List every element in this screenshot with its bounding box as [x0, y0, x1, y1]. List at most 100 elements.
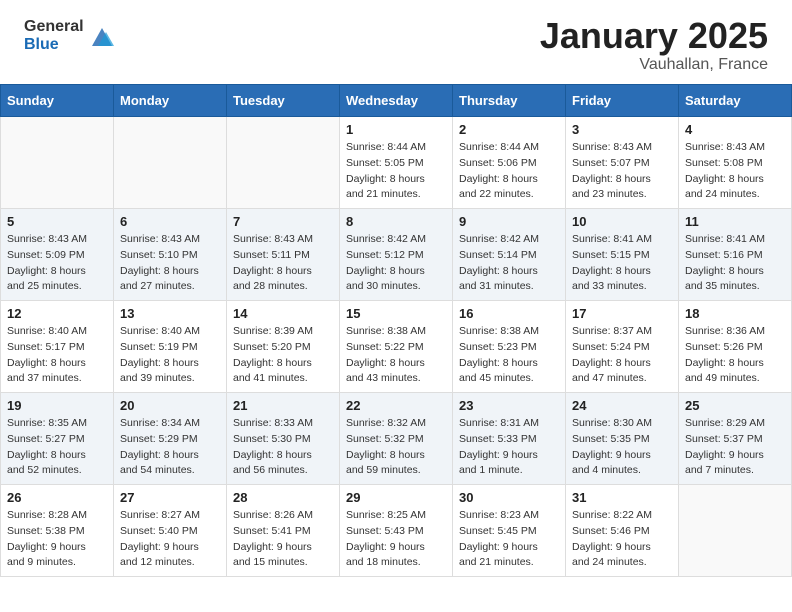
day-number: 27: [120, 490, 220, 505]
calendar-header-row: SundayMondayTuesdayWednesdayThursdayFrid…: [1, 85, 792, 117]
calendar-week-row: 19 Sunrise: 8:35 AMSunset: 5:27 PMDayligh…: [1, 393, 792, 485]
day-info: Sunrise: 8:43 AMSunset: 5:08 PMDaylight:…: [685, 140, 785, 203]
day-info: Sunrise: 8:22 AMSunset: 5:46 PMDaylight:…: [572, 508, 672, 571]
day-info: Sunrise: 8:42 AMSunset: 5:12 PMDaylight:…: [346, 232, 446, 295]
day-info: Sunrise: 8:26 AMSunset: 5:41 PMDaylight:…: [233, 508, 333, 571]
day-number: 4: [685, 122, 785, 137]
weekday-header: Thursday: [453, 85, 566, 117]
day-number: 29: [346, 490, 446, 505]
calendar-cell: 30Sunrise: 8:23 AMSunset: 5:45 PMDayligh…: [453, 485, 566, 577]
day-number: 13: [120, 306, 220, 321]
day-number: 31: [572, 490, 672, 505]
calendar-cell: [679, 485, 792, 577]
day-number: 22: [346, 398, 446, 413]
calendar-cell: 4 Sunrise: 8:43 AMSunset: 5:08 PMDaylight…: [679, 117, 792, 209]
calendar-cell: 15Sunrise: 8:38 AMSunset: 5:22 PMDayligh…: [340, 301, 453, 393]
day-number: 21: [233, 398, 333, 413]
day-number: 24: [572, 398, 672, 413]
calendar-cell: 22 Sunrise: 8:32 AMSunset: 5:32 PMDayligh…: [340, 393, 453, 485]
day-info: Sunrise: 8:28 AMSunset: 5:38 PMDaylight:…: [7, 508, 107, 571]
day-number: 8: [346, 214, 446, 229]
logo-general-text: General: [24, 18, 84, 36]
day-info: Sunrise: 8:29 AMSunset: 5:37 PMDaylight:…: [685, 416, 785, 479]
calendar-cell: 11Sunrise: 8:41 AMSunset: 5:16 PMDayligh…: [679, 209, 792, 301]
weekday-header: Friday: [566, 85, 679, 117]
day-info: Sunrise: 8:25 AMSunset: 5:43 PMDaylight:…: [346, 508, 446, 571]
logo-blue-text: Blue: [24, 36, 84, 54]
day-info: Sunrise: 8:35 AMSunset: 5:27 PMDaylight:…: [7, 416, 107, 479]
day-info: Sunrise: 8:40 AMSunset: 5:19 PMDaylight:…: [120, 324, 220, 387]
calendar-cell: 18 Sunrise: 8:36 AMSunset: 5:26 PMDayligh…: [679, 301, 792, 393]
day-info: Sunrise: 8:43 AMSunset: 5:09 PMDaylight:…: [7, 232, 107, 295]
day-info: Sunrise: 8:31 AMSunset: 5:33 PMDaylight:…: [459, 416, 559, 479]
calendar-week-row: 5 Sunrise: 8:43 AMSunset: 5:09 PMDaylight…: [1, 209, 792, 301]
day-number: 30: [459, 490, 559, 505]
day-info: Sunrise: 8:30 AMSunset: 5:35 PMDaylight:…: [572, 416, 672, 479]
day-info: Sunrise: 8:44 AMSunset: 5:06 PMDaylight:…: [459, 140, 559, 203]
day-number: 19: [7, 398, 107, 413]
calendar-cell: 5 Sunrise: 8:43 AMSunset: 5:09 PMDaylight…: [1, 209, 114, 301]
calendar-cell: 10Sunrise: 8:41 AMSunset: 5:15 PMDayligh…: [566, 209, 679, 301]
day-number: 3: [572, 122, 672, 137]
day-number: 7: [233, 214, 333, 229]
day-info: Sunrise: 8:38 AMSunset: 5:23 PMDaylight:…: [459, 324, 559, 387]
day-number: 15: [346, 306, 446, 321]
day-number: 20: [120, 398, 220, 413]
month-title: January 2025 Vauhallan, France: [540, 18, 768, 74]
day-info: Sunrise: 8:41 AMSunset: 5:16 PMDaylight:…: [685, 232, 785, 295]
day-info: Sunrise: 8:27 AMSunset: 5:40 PMDaylight:…: [120, 508, 220, 571]
calendar-cell: 26 Sunrise: 8:28 AMSunset: 5:38 PMDayligh…: [1, 485, 114, 577]
calendar-cell: 14 Sunrise: 8:39 AMSunset: 5:20 PMDayligh…: [227, 301, 340, 393]
day-number: 2: [459, 122, 559, 137]
calendar-cell: 31 Sunrise: 8:22 AMSunset: 5:46 PMDayligh…: [566, 485, 679, 577]
day-number: 12: [7, 306, 107, 321]
calendar-cell: 16Sunrise: 8:38 AMSunset: 5:23 PMDayligh…: [453, 301, 566, 393]
calendar-cell: 24 Sunrise: 8:30 AMSunset: 5:35 PMDayligh…: [566, 393, 679, 485]
day-info: Sunrise: 8:44 AMSunset: 5:05 PMDaylight:…: [346, 140, 446, 203]
calendar-cell: 7 Sunrise: 8:43 AMSunset: 5:11 PMDaylight…: [227, 209, 340, 301]
day-info: Sunrise: 8:37 AMSunset: 5:24 PMDaylight:…: [572, 324, 672, 387]
day-number: 23: [459, 398, 559, 413]
calendar-week-row: 1 Sunrise: 8:44 AMSunset: 5:05 PMDaylight…: [1, 117, 792, 209]
day-number: 1: [346, 122, 446, 137]
day-number: 10: [572, 214, 672, 229]
calendar-cell: 17 Sunrise: 8:37 AMSunset: 5:24 PMDayligh…: [566, 301, 679, 393]
calendar-cell: 23 Sunrise: 8:31 AMSunset: 5:33 PMDayligh…: [453, 393, 566, 485]
calendar-cell: 25 Sunrise: 8:29 AMSunset: 5:37 PMDayligh…: [679, 393, 792, 485]
day-number: 6: [120, 214, 220, 229]
day-info: Sunrise: 8:32 AMSunset: 5:32 PMDaylight:…: [346, 416, 446, 479]
calendar-cell: 8 Sunrise: 8:42 AMSunset: 5:12 PMDaylight…: [340, 209, 453, 301]
calendar-cell: 29 Sunrise: 8:25 AMSunset: 5:43 PMDayligh…: [340, 485, 453, 577]
day-number: 26: [7, 490, 107, 505]
weekday-header: Sunday: [1, 85, 114, 117]
day-info: Sunrise: 8:39 AMSunset: 5:20 PMDaylight:…: [233, 324, 333, 387]
day-info: Sunrise: 8:43 AMSunset: 5:11 PMDaylight:…: [233, 232, 333, 295]
weekday-header: Saturday: [679, 85, 792, 117]
calendar-cell: 13 Sunrise: 8:40 AMSunset: 5:19 PMDayligh…: [114, 301, 227, 393]
page-header: General Blue January 2025 Vauhallan, Fra…: [0, 0, 792, 84]
calendar-cell: 2 Sunrise: 8:44 AMSunset: 5:06 PMDaylight…: [453, 117, 566, 209]
calendar-cell: 9Sunrise: 8:42 AMSunset: 5:14 PMDaylight…: [453, 209, 566, 301]
calendar-cell: 20Sunrise: 8:34 AMSunset: 5:29 PMDayligh…: [114, 393, 227, 485]
calendar-week-row: 12 Sunrise: 8:40 AMSunset: 5:17 PMDayligh…: [1, 301, 792, 393]
weekday-header: Wednesday: [340, 85, 453, 117]
day-info: Sunrise: 8:36 AMSunset: 5:26 PMDaylight:…: [685, 324, 785, 387]
calendar-cell: 28 Sunrise: 8:26 AMSunset: 5:41 PMDayligh…: [227, 485, 340, 577]
day-info: Sunrise: 8:43 AMSunset: 5:07 PMDaylight:…: [572, 140, 672, 203]
day-number: 5: [7, 214, 107, 229]
day-number: 18: [685, 306, 785, 321]
calendar-cell: 3 Sunrise: 8:43 AMSunset: 5:07 PMDaylight…: [566, 117, 679, 209]
calendar-cell: 21 Sunrise: 8:33 AMSunset: 5:30 PMDayligh…: [227, 393, 340, 485]
calendar-cell: [114, 117, 227, 209]
calendar-week-row: 26 Sunrise: 8:28 AMSunset: 5:38 PMDayligh…: [1, 485, 792, 577]
day-info: Sunrise: 8:40 AMSunset: 5:17 PMDaylight:…: [7, 324, 107, 387]
month-year: January 2025: [540, 18, 768, 54]
day-number: 14: [233, 306, 333, 321]
location: Vauhallan, France: [540, 56, 768, 74]
day-info: Sunrise: 8:33 AMSunset: 5:30 PMDaylight:…: [233, 416, 333, 479]
day-number: 25: [685, 398, 785, 413]
day-number: 28: [233, 490, 333, 505]
day-info: Sunrise: 8:43 AMSunset: 5:10 PMDaylight:…: [120, 232, 220, 295]
day-number: 17: [572, 306, 672, 321]
calendar-cell: [227, 117, 340, 209]
